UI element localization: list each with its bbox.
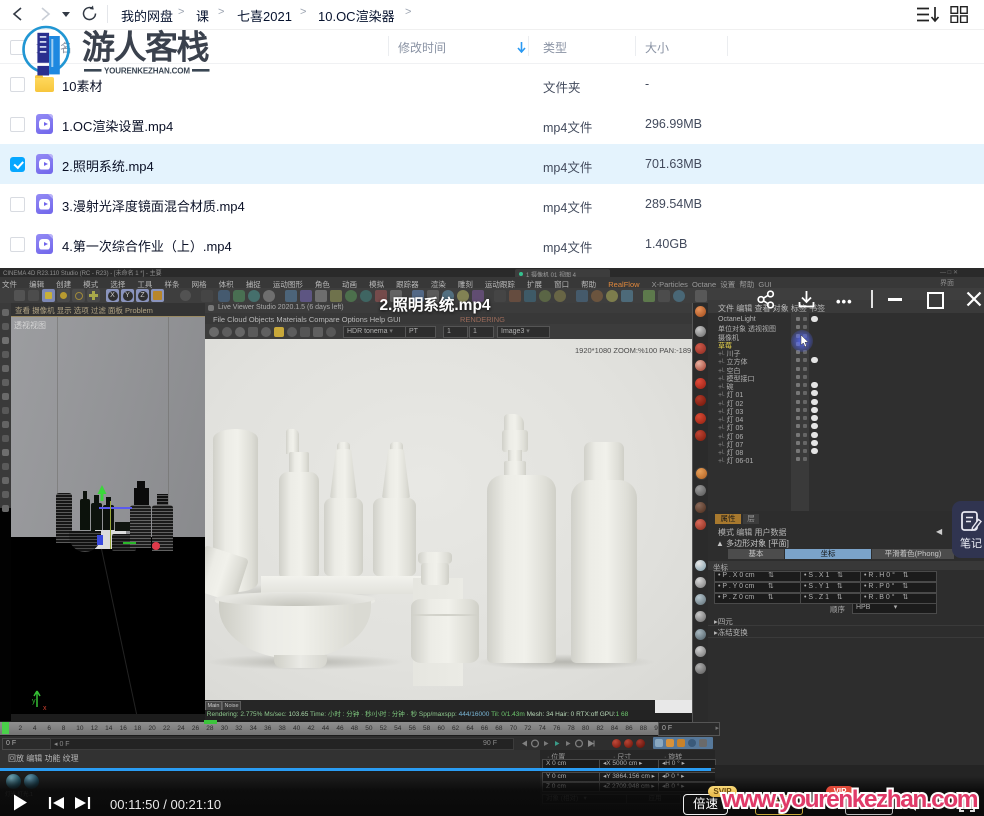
svg-text:YOURENKEZHAN.COM: YOURENKEZHAN.COM <box>104 67 190 76</box>
svg-text:x: x <box>43 705 47 711</box>
svg-text:游人客栈: 游人客栈 <box>82 29 210 67</box>
svg-text:y: y <box>32 698 36 705</box>
